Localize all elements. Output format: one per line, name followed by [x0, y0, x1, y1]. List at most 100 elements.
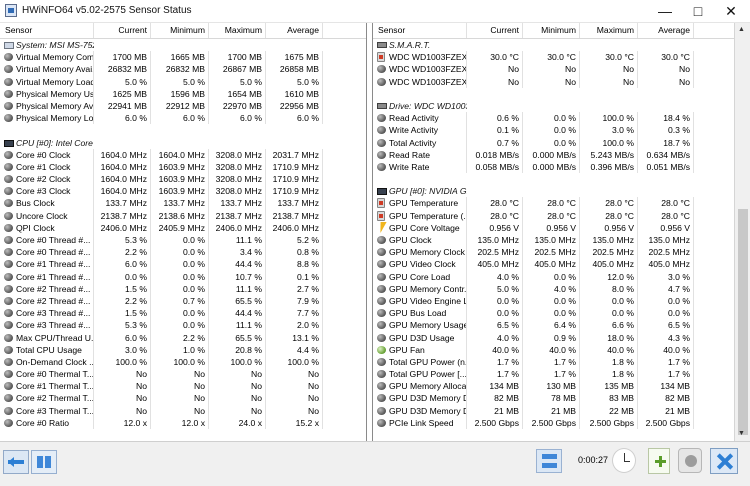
- sensor-row[interactable]: Read Activity 0.6 % 0.0 % 100.0 % 18.4 %: [373, 112, 735, 125]
- sensor-row[interactable]: WDC WD1003FZEX... No No No No: [373, 75, 735, 88]
- sensor-group-header[interactable]: System: MSI MS-7522: [0, 39, 366, 51]
- sensor-row[interactable]: GPU Video Clock 405.0 MHz 405.0 MHz 405.0 M…: [373, 258, 735, 271]
- maximize-button[interactable]: □: [681, 0, 715, 22]
- sensor-row[interactable]: On-Demand Clock ... 100.0 % 100.0 % 100.0 %…: [0, 355, 366, 369]
- sensor-row[interactable]: Core #0 Thread #... 5.3 % 0.0 % 11.1 % 5.2 %: [0, 234, 366, 247]
- sensor-group-header[interactable]: CPU [#0]: Intel Core ...: [0, 137, 366, 149]
- sensor-row[interactable]: Total CPU Usage 3.0 % 1.0 % 20.8 % 4.4 %: [0, 343, 366, 356]
- sensor-row[interactable]: Total GPU Power (n... 1.7 % 1.7 % 1.8 % 1.7 …: [373, 355, 735, 369]
- sensor-name: GPU [#0]: NVIDIA G...: [389, 186, 467, 197]
- sensor-row[interactable]: Read Rate 0.018 MB/s 0.000 MB/s 5.243 MB/s 0…: [373, 148, 735, 161]
- close-button[interactable]: ✕: [714, 0, 748, 22]
- sensor-row[interactable]: GPU Core Voltage 0.956 V 0.956 V 0.956 V 0.9…: [373, 221, 735, 234]
- sensor-row[interactable]: Core #1 Thermal T... No No No No: [0, 380, 366, 393]
- sensor-row[interactable]: Bus Clock 133.7 MHz 133.7 MHz 133.7 MHz 133.…: [0, 197, 366, 210]
- sensor-row[interactable]: GPU Video Engine L... 0.0 % 0.0 % 0.0 % 0.0 …: [373, 294, 735, 308]
- sensor-row[interactable]: Core #0 Thread #... 2.2 % 0.0 % 3.4 % 0.8 %: [0, 246, 366, 259]
- sensor-row[interactable]: Core #2 Clock 1604.0 MHz 1603.9 MHz 3208.0 …: [0, 173, 366, 186]
- sensor-group-header[interactable]: GPU [#0]: NVIDIA G...: [373, 185, 735, 197]
- sensor-row[interactable]: GPU Memory Contr... 5.0 % 4.0 % 8.0 % 4.7 %: [373, 282, 735, 295]
- sensor-row[interactable]: PCIe Link Speed 2.500 Gbps 2.500 Gbps 2.500…: [373, 416, 735, 429]
- sensor-group-header[interactable]: Drive: WDC WD1003...: [373, 100, 735, 112]
- sensor-row[interactable]: GPU Temperature (... 28.0 °C 28.0 °C 28.0 °…: [373, 209, 735, 222]
- sensor-row[interactable]: Core #3 Thread #... 1.5 % 0.0 % 44.4 % 7.7 %: [0, 307, 366, 320]
- navigate-arrows-button[interactable]: [3, 450, 29, 474]
- sensor-row[interactable]: Core #1 Clock 1604.0 MHz 1603.9 MHz 3208.0 …: [0, 160, 366, 174]
- left-column-current[interactable]: Current: [94, 23, 151, 38]
- sensor-row[interactable]: GPU Clock 135.0 MHz 135.0 MHz 135.0 MHz 135.…: [373, 234, 735, 247]
- close-sensor-window-button[interactable]: [710, 448, 738, 474]
- sensor-row[interactable]: Core #0 Clock 1604.0 MHz 1604.0 MHz 3208.0 …: [0, 148, 366, 161]
- sensor-row[interactable]: Physical Memory Used1625 MB1596 MB1654 M…: [0, 87, 366, 100]
- sensor-row[interactable]: Virtual Memory Com... 1700 MB 1665 MB 1700 …: [0, 51, 366, 64]
- right-column-maximum[interactable]: Maximum: [580, 23, 638, 38]
- sensor-row[interactable]: GPU D3D Usage 4.0 % 0.9 % 18.0 % 4.3 %: [373, 331, 735, 344]
- sensor-average-value: 133.7 MHz: [266, 197, 323, 210]
- sensor-row[interactable]: Uncore Clock 2138.7 MHz 2138.6 MHz 2138.7 M…: [0, 209, 366, 222]
- sensor-row[interactable]: GPU Memory Usage 6.5 % 6.4 % 6.6 % 6.5 %: [373, 319, 735, 332]
- sensor-row[interactable]: GPU Memory Alloca... 134 MB 130 MB 135 MB 13…: [373, 380, 735, 393]
- right-column-current[interactable]: Current: [467, 23, 523, 38]
- left-sensor-table[interactable]: Sensor Current Minimum Maximum Average S…: [0, 23, 367, 441]
- sensor-group-header[interactable]: S.M.A.R.T.: [373, 39, 735, 51]
- minimize-button[interactable]: —: [648, 0, 682, 22]
- layout-toggle-button[interactable]: [31, 450, 57, 474]
- sensor-row[interactable]: GPU Fan 40.0 % 40.0 % 40.0 % 40.0 %: [373, 343, 735, 356]
- sensor-minimum-value: 2.500 Gbps: [523, 416, 580, 429]
- sensor-row[interactable]: Core #0 Thermal T... No No No No: [0, 368, 366, 381]
- right-sensor-table[interactable]: Sensor Current Minimum Maximum Average S…: [372, 23, 735, 441]
- left-column-sensor[interactable]: Sensor: [0, 23, 94, 38]
- sensor-average-value: 4.4 %: [266, 343, 323, 356]
- sensor-row[interactable]: GPU Core Load 4.0 % 0.0 % 12.0 % 3.0 %: [373, 270, 735, 283]
- sensor-row[interactable]: Total GPU Power [... 1.7 % 1.7 % 1.8 % 1.7 %: [373, 368, 735, 381]
- sensor-name: GPU Temperature: [373, 197, 467, 210]
- left-column-minimum[interactable]: Minimum: [151, 23, 209, 38]
- sensor-minimum-value: 1665 MB: [151, 51, 209, 64]
- sensor-row[interactable]: Total Activity 0.7 % 0.0 % 100.0 % 18.7 %: [373, 136, 735, 149]
- right-column-minimum[interactable]: Minimum: [523, 23, 580, 38]
- sensor-row[interactable]: Core #3 Thread #... 5.3 % 0.0 % 11.1 % 2.0 %: [0, 319, 366, 332]
- sensor-row[interactable]: GPU D3D Memory D...82 MB78 MB83 MB82 MB: [373, 392, 735, 405]
- vertical-scrollbar[interactable]: ▲ ▼: [734, 23, 750, 441]
- sensor-row[interactable]: Core #2 Thread #... 1.5 % 0.0 % 11.1 % 2.7 %: [0, 282, 366, 295]
- sensor-minimum-value: 1.7 %: [523, 368, 580, 381]
- clock-icon[interactable]: [612, 448, 636, 473]
- sensor-row[interactable]: Core #3 Thermal T... No No No No: [0, 404, 366, 417]
- sensor-row[interactable]: Core #1 Thread #... 0.0 % 0.0 % 10.7 % 0.1 %: [0, 270, 366, 283]
- sensor-row[interactable]: Max CPU/Thread U... 6.0 % 2.2 % 65.5 % 13.1 …: [0, 331, 366, 344]
- sensor-row[interactable]: Write Activity 0.1 % 0.0 % 3.0 % 0.3 %: [373, 124, 735, 137]
- sensor-row[interactable]: Physical Memory Av... 22941 MB 22912 MB 229…: [0, 99, 366, 113]
- sensor-row[interactable]: Physical Memory Load6.0 %6.0 %6.0 %6.0 %: [0, 112, 366, 125]
- sensor-row[interactable]: Core #3 Clock 1604.0 MHz 1603.9 MHz 3208.0 …: [0, 185, 366, 198]
- scroll-thumb[interactable]: [738, 209, 748, 435]
- network-sync-icon[interactable]: [536, 449, 562, 473]
- sensor-row[interactable]: Write Rate 0.058 MB/s 0.000 MB/s 0.396 MB/s…: [373, 160, 735, 174]
- settings-gear-icon[interactable]: [678, 448, 702, 473]
- sensor-row[interactable]: GPU Temperature 28.0 °C 28.0 °C 28.0 °C 28.0…: [373, 197, 735, 210]
- scroll-up-icon[interactable]: ▲: [738, 26, 745, 34]
- scroll-down-icon[interactable]: ▼: [738, 430, 745, 438]
- sensor-row[interactable]: Core #1 Thread #... 6.0 % 0.0 % 44.4 % 8.8 %: [0, 258, 366, 271]
- add-report-icon[interactable]: [648, 448, 670, 474]
- sensor-row[interactable]: GPU D3D Memory D...21 MB21 MB22 MB21 MB: [373, 404, 735, 417]
- sensor-row[interactable]: GPU Bus Load 0.0 % 0.0 % 0.0 % 0.0 %: [373, 307, 735, 320]
- sensor-maximum-value: 100.0 %: [580, 112, 638, 125]
- right-column-sensor[interactable]: Sensor: [373, 23, 467, 38]
- sensor-row[interactable]: Core #0 Ratio 12.0 x 12.0 x 24.0 x 15.2 x: [0, 416, 366, 429]
- sensor-row[interactable]: GPU Memory Clock 202.5 MHz 202.5 MHz 202.5 …: [373, 246, 735, 259]
- sensor-name: On-Demand Clock ...: [0, 355, 94, 369]
- sensor-minimum-value: 0.0 %: [151, 282, 209, 295]
- left-column-average[interactable]: Average: [266, 23, 323, 38]
- sensor-row[interactable]: WDC WD1003FZEX... 30.0 °C 30.0 °C 30.0 °C 30…: [373, 51, 735, 64]
- sensor-row[interactable]: Core #2 Thermal T... No No No No: [0, 392, 366, 405]
- sensor-current-value: 6.0 %: [94, 258, 151, 271]
- sensor-row[interactable]: QPI Clock 2406.0 MHz 2405.9 MHz 2406.0 MHz 2…: [0, 221, 366, 234]
- sensor-row[interactable]: Core #2 Thread #... 2.2 % 0.7 % 65.5 % 7.9 %: [0, 294, 366, 308]
- left-column-maximum[interactable]: Maximum: [209, 23, 266, 38]
- sensor-row[interactable]: Virtual Memory Avai... 26832 MB 26832 MB 26…: [0, 63, 366, 76]
- sensor-current-value: 2406.0 MHz: [94, 221, 151, 234]
- sensor-row[interactable]: WDC WD1003FZEX... No No No No: [373, 63, 735, 76]
- sensor-minimum-value: 0.000 MB/s: [523, 148, 580, 161]
- right-column-average[interactable]: Average: [638, 23, 694, 38]
- sensor-row[interactable]: Virtual Memory Load 5.0 % 5.0 % 5.0 % 5.0 %: [0, 75, 366, 88]
